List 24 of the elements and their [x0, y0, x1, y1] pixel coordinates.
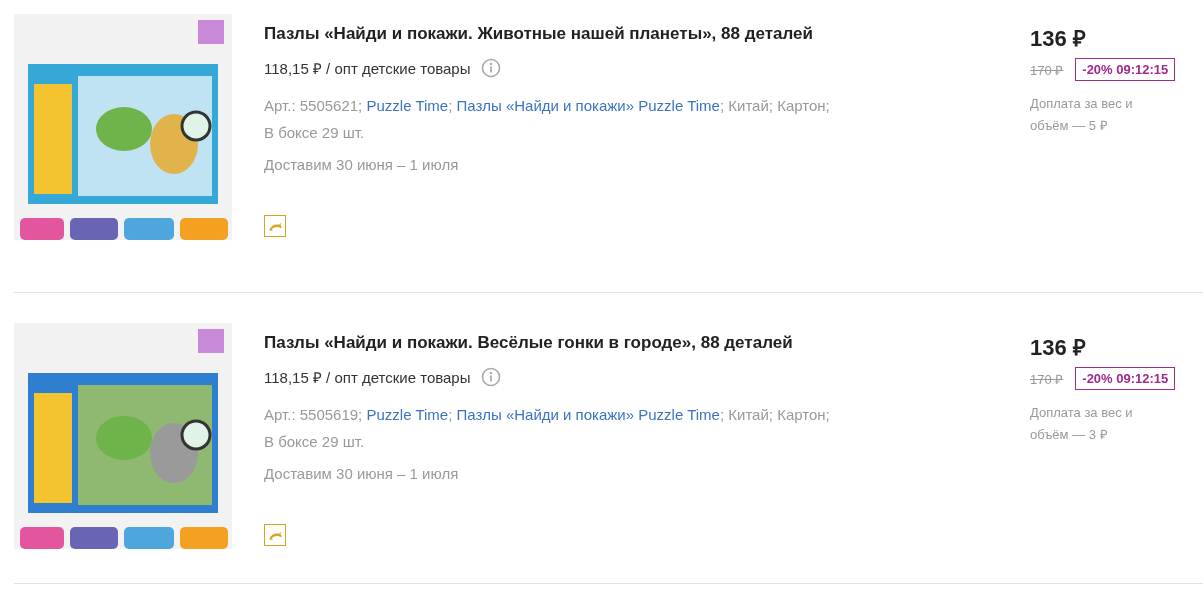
- discount-timer: -20% 09:12:15: [1075, 367, 1176, 390]
- product-details: Арт.: 5505621; Puzzle Time; Пазлы «Найди и покажи» Puzzle Time; Китай; Картон; В боксе 29 шт.: [264, 96, 831, 143]
- dolphin-badge[interactable]: [264, 215, 286, 237]
- wholesale-price: 118,15 ₽ / опт детские товары: [264, 368, 471, 387]
- dolphin-badge[interactable]: [264, 524, 286, 546]
- delivery-date: Доставим 30 июня – 1 июля: [264, 465, 460, 482]
- info-icon[interactable]: [480, 367, 501, 387]
- dolphin-icon: [267, 529, 283, 541]
- surcharge-note: Доплата за вес и объём — 3 ₽: [1030, 404, 1134, 444]
- surcharge-note: Доплата за вес и объём — 5 ₽: [1030, 95, 1134, 135]
- old-price: 170 ₽: [1030, 370, 1064, 388]
- info-icon[interactable]: [480, 58, 501, 78]
- delivery-date: Доставим 30 июня – 1 июля: [264, 156, 460, 173]
- details-link[interactable]: Пазлы «Найди и покажи» Puzzle Time: [456, 406, 720, 423]
- dolphin-icon: [267, 220, 283, 232]
- old-price: 170 ₽: [1030, 61, 1064, 79]
- discount-timer: -20% 09:12:15: [1075, 58, 1176, 81]
- details-link[interactable]: Пазлы «Найди и покажи» Puzzle Time: [456, 97, 720, 114]
- wholesale-price: 118,15 ₽ / опт детские товары: [264, 59, 471, 78]
- price: 136 ₽: [1030, 334, 1087, 361]
- product-details: Арт.: 5505619; Puzzle Time; Пазлы «Найди и покажи» Puzzle Time; Китай; Картон; В боксе 29 шт.: [264, 405, 831, 452]
- product-title[interactable]: Пазлы «Найди и покажи. Весёлые гонки в городе», 88 деталей: [264, 333, 964, 353]
- product-title[interactable]: Пазлы «Найди и покажи. Животные нашей планеты», 88 деталей: [264, 24, 964, 44]
- price: 136 ₽: [1030, 25, 1087, 52]
